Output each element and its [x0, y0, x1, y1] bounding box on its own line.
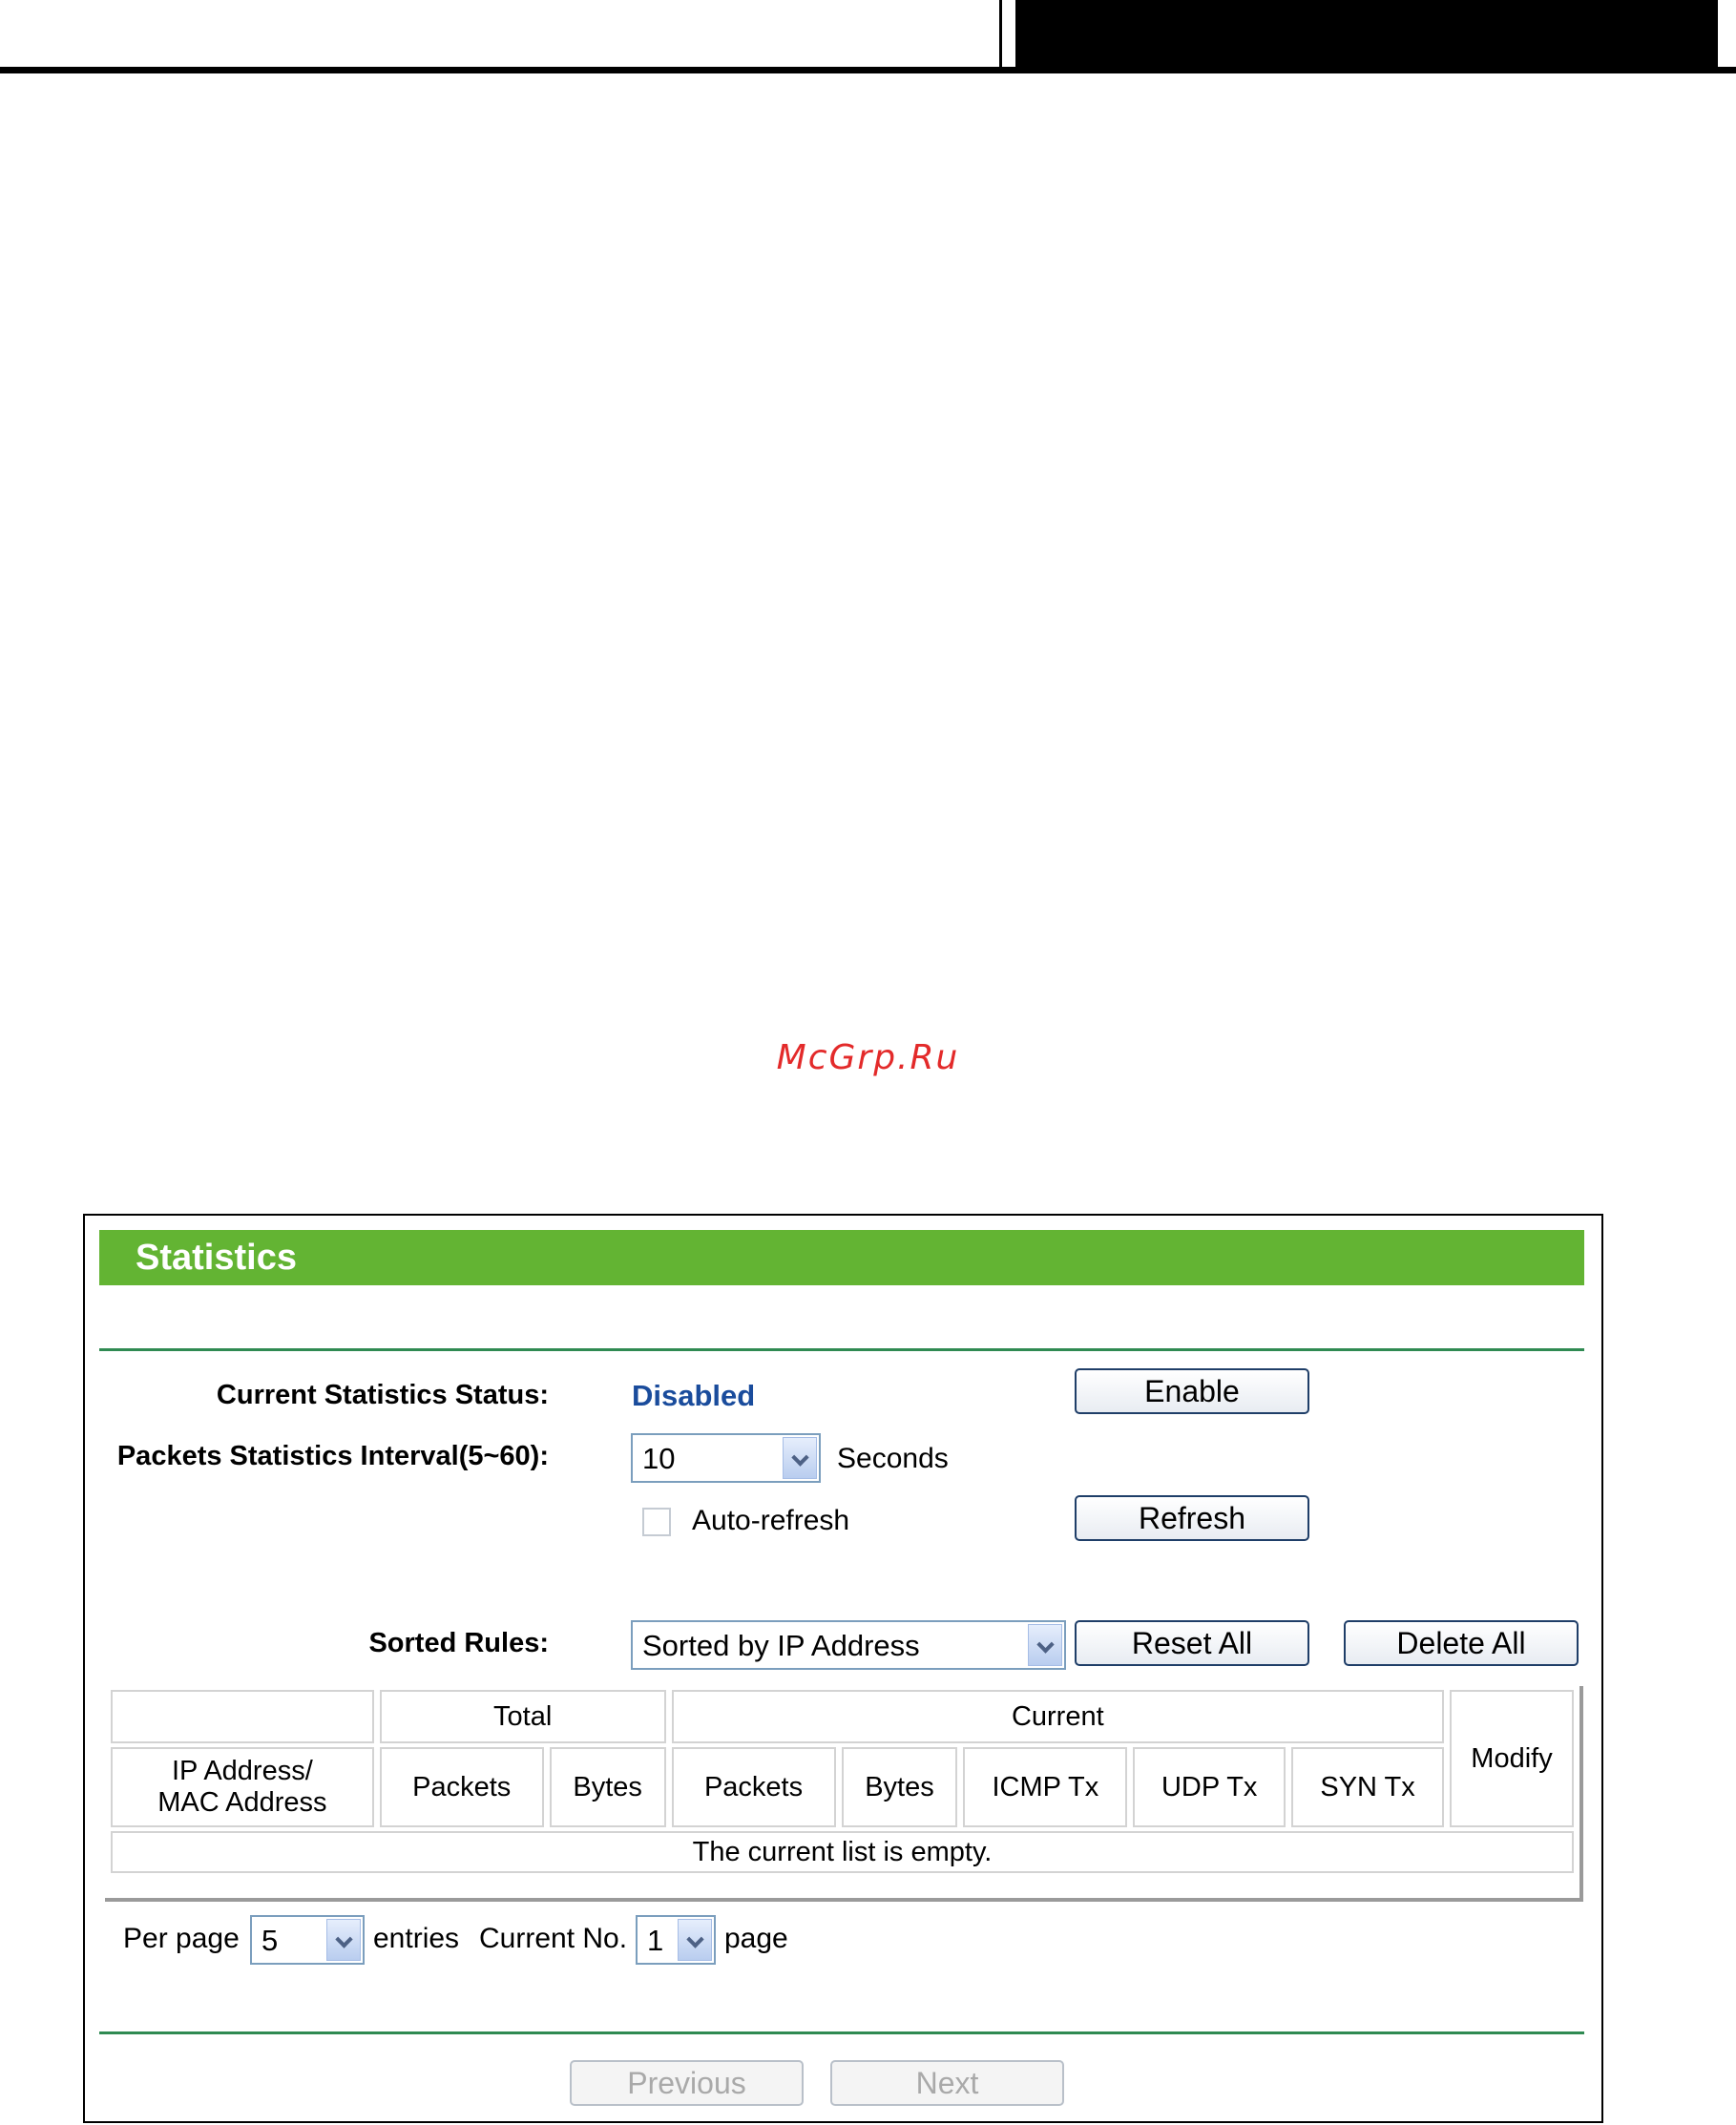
column-header-udp-tx: UDP Tx [1133, 1747, 1286, 1827]
status-value: Disabled [632, 1379, 756, 1412]
per-page-value: 5 [261, 1924, 279, 1957]
delete-all-button[interactable]: Delete All [1344, 1620, 1579, 1666]
mac-address-label: MAC Address [157, 1787, 327, 1818]
header-bar-right-cap [1715, 0, 1736, 67]
interval-unit: Seconds [837, 1443, 949, 1474]
status-label: Current Statistics Status: [216, 1380, 549, 1410]
watermark: McGrp.Ru [776, 1038, 960, 1077]
panel-title: Statistics [136, 1238, 297, 1278]
column-header-syn-tx: SYN Tx [1291, 1747, 1444, 1827]
sorted-rules-select[interactable]: Sorted by IP Address [631, 1620, 1066, 1670]
page-label: page [724, 1923, 788, 1954]
interval-label: Packets Statistics Interval(5~60): [116, 1441, 549, 1471]
column-header-icmp-tx: ICMP Tx [963, 1747, 1128, 1827]
sorted-rules-label: Sorted Rules: [368, 1628, 549, 1658]
current-no-label: Current No. [479, 1923, 628, 1954]
column-header-modify: Modify [1450, 1690, 1574, 1827]
chevron-down-icon[interactable] [326, 1919, 361, 1961]
previous-button[interactable]: Previous [570, 2060, 804, 2106]
chevron-down-icon[interactable] [1028, 1624, 1062, 1666]
entries-label: entries [373, 1923, 460, 1954]
panel-title-bar: Statistics [99, 1230, 1584, 1285]
next-button[interactable]: Next [830, 2060, 1064, 2106]
top-divider [99, 1348, 1584, 1351]
interval-value: 10 [642, 1442, 676, 1475]
column-header-current-bytes: Bytes [841, 1747, 958, 1827]
group-header-total: Total [379, 1690, 666, 1743]
per-page-label: Per page [123, 1923, 240, 1954]
auto-refresh-checkbox[interactable] [642, 1508, 671, 1536]
chevron-down-icon[interactable] [678, 1919, 712, 1961]
interval-select[interactable]: 10 [631, 1433, 821, 1483]
auto-refresh-label: Auto-refresh [692, 1505, 850, 1536]
current-page-select[interactable]: 1 [636, 1915, 716, 1965]
header-black-bar [999, 0, 1736, 72]
header-blank-cell [111, 1690, 374, 1743]
column-header-total-packets: Packets [379, 1747, 544, 1827]
chevron-down-icon[interactable] [783, 1437, 817, 1479]
column-header-total-bytes: Bytes [549, 1747, 666, 1827]
refresh-button[interactable]: Refresh [1075, 1495, 1309, 1541]
statistics-panel: Statistics Current Statistics Status: Di… [83, 1214, 1603, 2123]
column-header-ip-mac: IP Address/MAC Address [111, 1747, 374, 1827]
bottom-divider [99, 2031, 1584, 2034]
sorted-rules-value: Sorted by IP Address [642, 1629, 920, 1662]
statistics-table: Total Current Modify IP Address/MAC Addr… [105, 1686, 1579, 1877]
statistics-table-frame: Total Current Modify IP Address/MAC Addr… [105, 1686, 1583, 1902]
reset-all-button[interactable]: Reset All [1075, 1620, 1309, 1666]
current-page-value: 1 [647, 1924, 664, 1957]
per-page-select[interactable]: 5 [250, 1915, 365, 1965]
header-bar-left-cap [999, 0, 1018, 67]
ip-address-label: IP Address/ [171, 1756, 313, 1786]
empty-list-message: The current list is empty. [111, 1831, 1574, 1873]
column-header-current-packets: Packets [671, 1747, 836, 1827]
enable-button[interactable]: Enable [1075, 1368, 1309, 1414]
group-header-current: Current [671, 1690, 1444, 1743]
